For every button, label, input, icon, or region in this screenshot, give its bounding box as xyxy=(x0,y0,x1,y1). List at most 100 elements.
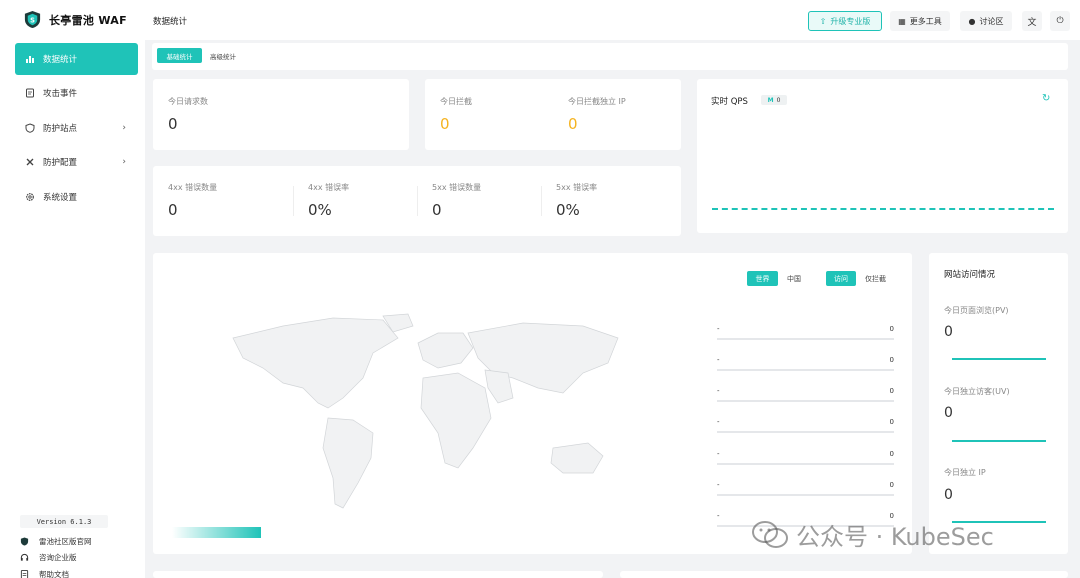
tab-advanced-stats[interactable]: 高级统计 xyxy=(206,48,240,63)
shield-icon xyxy=(25,123,35,133)
tab-basic-stats[interactable]: 基础统计 xyxy=(157,48,202,63)
sidebar-nav: 数据统计 攻击事件 防护站点 › 防护配置 › 系统设置 xyxy=(15,43,138,215)
stat-label: 4xx 错误率 xyxy=(308,183,350,192)
scope-world-button[interactable]: 世界 xyxy=(747,271,778,286)
sidebar-item-protection-config[interactable]: 防护配置 › xyxy=(15,146,138,178)
ranking-row: - 0 xyxy=(717,413,894,444)
ranking-name: - xyxy=(717,418,720,426)
ip-value: 0 xyxy=(944,487,953,503)
ranking-value: 0 xyxy=(889,418,894,426)
ranking-bar xyxy=(717,338,894,340)
qps-title: 实时 QPS xyxy=(711,97,748,107)
visits-title: 网站访问情况 xyxy=(944,270,996,280)
upgrade-button[interactable]: ⇧ 升级专业版 xyxy=(808,11,882,31)
upgrade-label: 升级专业版 xyxy=(830,16,871,26)
uv-sparkline xyxy=(952,440,1046,442)
chevron-right-icon: › xyxy=(122,157,126,168)
scope-china-button[interactable]: 中国 xyxy=(779,271,809,286)
stat-label: 今日拦截独立 IP xyxy=(568,97,626,106)
community-site-link[interactable]: 雷池社区版官网 xyxy=(20,533,92,550)
sidebar-item-system-settings[interactable]: 系统设置 xyxy=(15,181,138,213)
document-icon xyxy=(25,88,35,98)
svg-text:S: S xyxy=(30,16,35,24)
ranking-value: 0 xyxy=(889,356,894,364)
signal-icon: M xyxy=(767,96,774,104)
stat-value: 0% xyxy=(308,201,332,219)
ranking-bar xyxy=(717,431,894,433)
sidebar-item-label: 防护配置 xyxy=(43,158,78,169)
bar-chart-icon xyxy=(25,54,35,64)
sidebar-item-label: 系统设置 xyxy=(43,192,78,203)
sidebar: S 长亭雷池 WAF 数据统计 攻击事件 防护站点 › 防护配置 › 系统设置 … xyxy=(0,0,145,578)
wechat-watermark: 公众号 · KubeSec xyxy=(752,517,994,552)
sidebar-item-attack-events[interactable]: 攻击事件 xyxy=(15,77,138,109)
refresh-icon[interactable]: ↻ xyxy=(1042,93,1050,104)
gear-icon xyxy=(25,192,35,202)
more-tools-label: 更多工具 xyxy=(909,16,942,26)
bottom-card-right xyxy=(620,571,1068,578)
help-docs-link[interactable]: 帮助文档 xyxy=(20,566,92,578)
sidebar-item-label: 攻击事件 xyxy=(43,89,78,100)
forum-label: 讨论区 xyxy=(979,16,1004,26)
link-label: 咨询企业版 xyxy=(39,553,77,563)
stat-value: 0 xyxy=(568,115,578,133)
error-stats-card: 4xx 错误数量 0 4xx 错误率 0% 5xx 错误数量 0 5xx 错误率… xyxy=(153,166,681,236)
app-logo[interactable]: S 长亭雷池 WAF xyxy=(23,10,127,29)
uv-value: 0 xyxy=(944,405,953,421)
stats-tabs: 基础统计 高级统计 xyxy=(152,43,1068,70)
enterprise-consult-link[interactable]: 咨询企业版 xyxy=(20,550,92,567)
ranking-row: - 0 xyxy=(717,320,894,351)
sidebar-item-protected-sites[interactable]: 防护站点 › xyxy=(15,112,138,144)
grid-icon: ▦ xyxy=(898,16,906,26)
chevron-right-icon: › xyxy=(122,122,126,133)
ranking-name: - xyxy=(717,450,720,458)
map-legend-gradient xyxy=(172,527,261,538)
shield-logo-icon: S xyxy=(24,10,41,29)
logout-button[interactable]: ⏻ xyxy=(1050,11,1070,31)
stat-label: 今日拦截 xyxy=(440,97,472,106)
page-title: 数据统计 xyxy=(153,17,188,27)
pv-value: 0 xyxy=(944,324,953,340)
pv-sparkline xyxy=(952,358,1046,360)
version-badge: Version 6.1.3 xyxy=(20,515,108,528)
ranking-row: - 0 xyxy=(717,382,894,413)
divider xyxy=(417,186,418,216)
ranking-row: - 0 xyxy=(717,445,894,476)
ranking-row: - 0 xyxy=(717,476,894,507)
blocked-today-card: 今日拦截 0 今日拦截独立 IP 0 xyxy=(425,79,681,150)
qps-badge: M 0 xyxy=(761,95,787,105)
top-bar: 数据统计 ⇧ 升级专业版 ▦ 更多工具 ● 讨论区 文 ⏻ xyxy=(145,0,1080,40)
link-label: 雷池社区版官网 xyxy=(39,536,92,546)
ranking-name: - xyxy=(717,387,720,395)
watermark-text: 公众号 · KubeSec xyxy=(796,523,994,551)
forum-button[interactable]: ● 讨论区 xyxy=(960,11,1012,31)
upgrade-icon: ⇧ xyxy=(819,16,827,26)
ranking-bar xyxy=(717,369,894,371)
ranking-bar xyxy=(717,494,894,496)
more-tools-button[interactable]: ▦ 更多工具 xyxy=(890,11,950,31)
language-button[interactable]: 文 xyxy=(1022,11,1042,31)
uv-label: 今日独立访客(UV) xyxy=(944,387,1010,396)
sidebar-item-statistics[interactable]: 数据统计 xyxy=(15,43,138,75)
document-icon xyxy=(20,569,29,578)
ranking-value: 0 xyxy=(889,481,894,489)
stat-label: 今日请求数 xyxy=(168,97,208,106)
shield-icon xyxy=(20,537,29,546)
tools-icon xyxy=(25,157,35,167)
stat-value: 0 xyxy=(432,201,442,219)
divider xyxy=(541,186,542,216)
mode-visit-button[interactable]: 访问 xyxy=(826,271,856,286)
pv-label: 今日页面浏览(PV) xyxy=(944,306,1009,315)
app-name: 长亭雷池 WAF xyxy=(49,13,127,27)
mode-blocked-button[interactable]: 仅拦截 xyxy=(857,271,894,286)
stat-label: 5xx 错误数量 xyxy=(432,183,482,192)
sidebar-item-label: 数据统计 xyxy=(43,55,78,65)
requests-today-card: 今日请求数 0 xyxy=(153,79,409,150)
ranking-name: - xyxy=(717,512,720,520)
stat-value: 0 xyxy=(168,201,178,219)
ranking-value: 0 xyxy=(889,325,894,333)
qps-chart-line xyxy=(712,208,1054,210)
ranking-bar xyxy=(717,463,894,465)
qps-value: 0 xyxy=(776,96,781,104)
headset-icon xyxy=(20,553,29,562)
